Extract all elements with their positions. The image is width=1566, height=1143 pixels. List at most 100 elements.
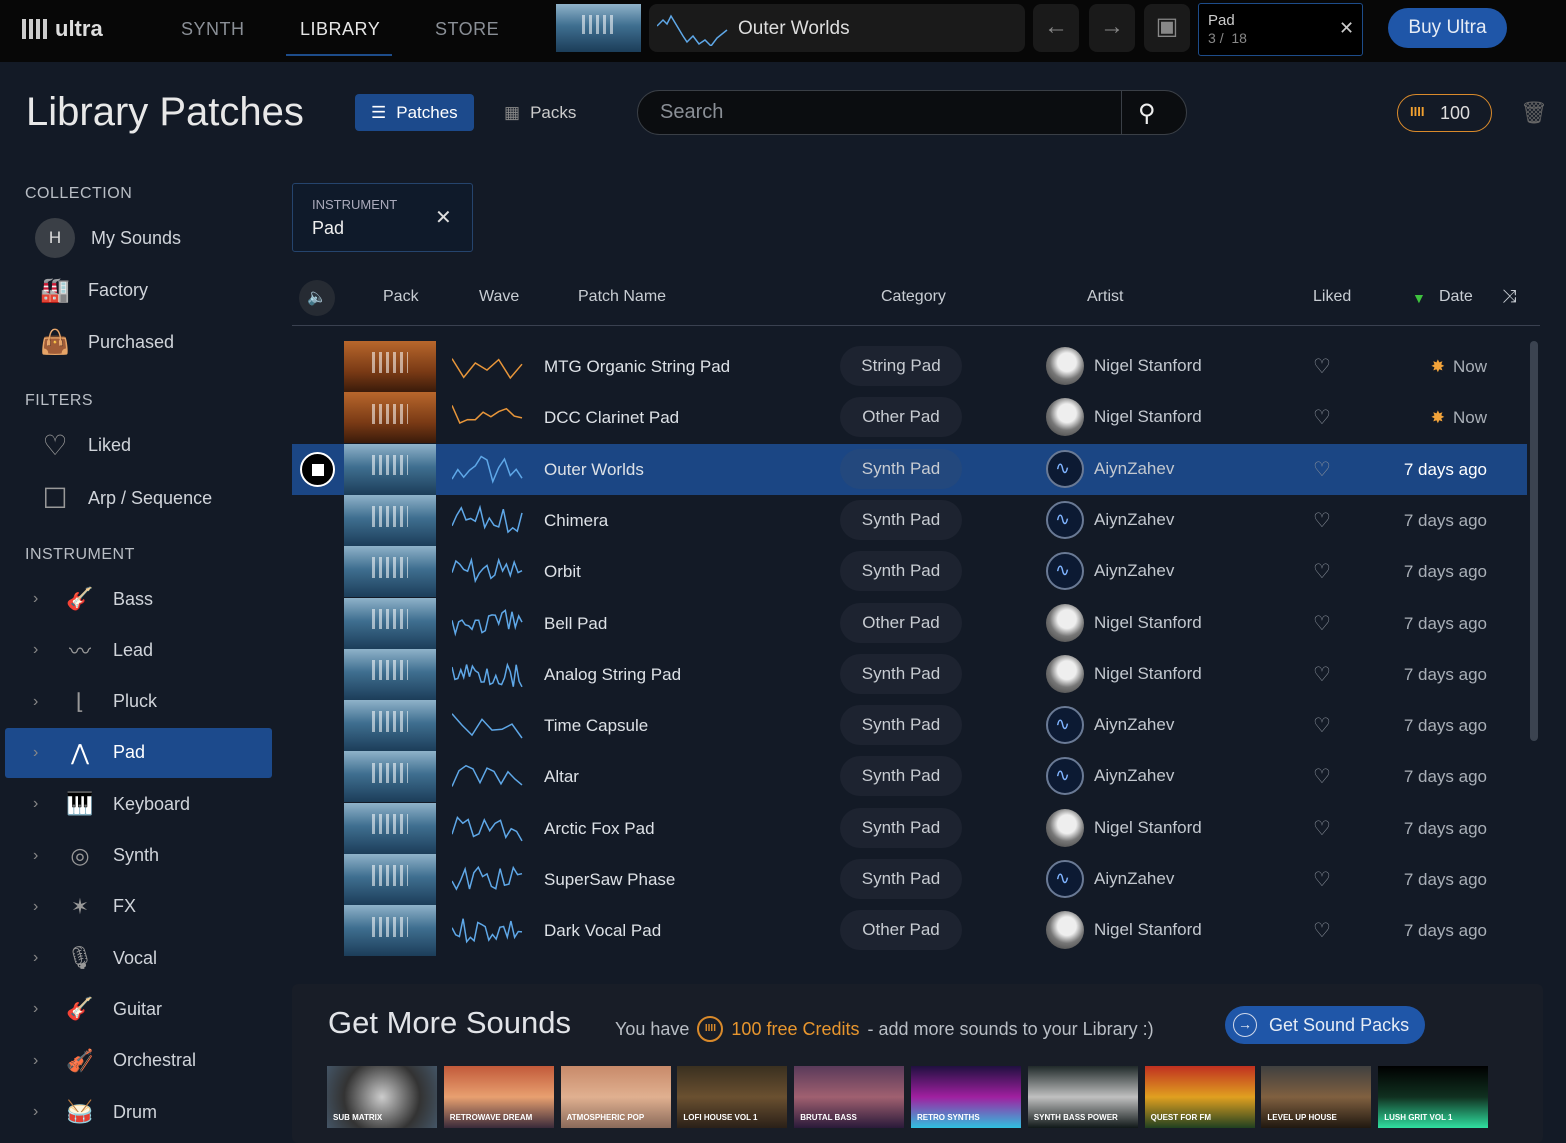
- instrument-item[interactable]: › ◎ Synth: [5, 831, 272, 881]
- save-icon[interactable]: ▣: [1144, 4, 1190, 52]
- instrument-item[interactable]: › 🥁 Drum: [5, 1087, 272, 1137]
- like-heart-icon[interactable]: ♡: [1313, 508, 1331, 533]
- table-row[interactable]: Orbit Synth Pad ∿ AiynZahev ♡ 7 days ago: [292, 546, 1527, 598]
- column-date[interactable]: Date: [1439, 288, 1473, 306]
- table-row[interactable]: Dark Vocal Pad Other Pad Nigel Stanford …: [292, 905, 1527, 957]
- category-pill[interactable]: Other Pad: [840, 910, 962, 951]
- table-row[interactable]: Chimera Synth Pad ∿ AiynZahev ♡ 7 days a…: [292, 494, 1527, 546]
- scrollbar[interactable]: [1530, 341, 1538, 741]
- chevron-right-icon[interactable]: ›: [33, 744, 55, 762]
- close-icon[interactable]: ✕: [1339, 18, 1354, 39]
- pack-thumbnail[interactable]: [344, 341, 436, 392]
- like-heart-icon[interactable]: ♡: [1313, 713, 1331, 738]
- artist-avatar[interactable]: ∿: [1046, 757, 1084, 796]
- category-pill[interactable]: Synth Pad: [840, 705, 962, 746]
- chevron-right-icon[interactable]: ›: [33, 795, 55, 813]
- like-heart-icon[interactable]: ♡: [1313, 611, 1331, 636]
- category-pill[interactable]: Synth Pad: [840, 653, 962, 694]
- category-pill[interactable]: Synth Pad: [840, 551, 962, 592]
- table-row[interactable]: Bell Pad Other Pad Nigel Stanford ♡ 7 da…: [292, 597, 1527, 649]
- buy-ultra-button[interactable]: Buy Ultra: [1388, 8, 1507, 48]
- nav-library[interactable]: LIBRARY: [300, 19, 380, 40]
- pack-thumbnail[interactable]: [344, 905, 436, 957]
- category-pill[interactable]: Synth Pad: [840, 499, 962, 540]
- artist-avatar[interactable]: ∿: [1046, 500, 1084, 539]
- search-icon[interactable]: ⚲: [1138, 99, 1156, 128]
- sound-pack-card[interactable]: Level Up House: [1261, 1066, 1372, 1128]
- shuffle-icon[interactable]: ⤨: [1502, 286, 1516, 307]
- like-heart-icon[interactable]: ♡: [1313, 662, 1331, 687]
- column-patch-name[interactable]: Patch Name: [578, 288, 666, 306]
- pack-thumbnail[interactable]: [344, 648, 436, 700]
- nav-store[interactable]: STORE: [435, 19, 499, 40]
- column-artist[interactable]: Artist: [1087, 288, 1123, 306]
- current-patch-display[interactable]: Outer Worlds: [649, 4, 1025, 52]
- chevron-right-icon[interactable]: ›: [33, 1103, 55, 1121]
- artist-avatar[interactable]: ∿: [1046, 706, 1084, 745]
- column-wave[interactable]: Wave: [479, 288, 519, 306]
- collection-item[interactable]: H My Sounds: [5, 213, 272, 263]
- pack-thumbnail[interactable]: [344, 802, 436, 854]
- collection-item[interactable]: 👜 Purchased: [5, 317, 272, 367]
- sound-pack-card[interactable]: Brutal Bass: [794, 1066, 905, 1128]
- volume-icon[interactable]: 🔈: [299, 280, 335, 316]
- pack-thumbnail[interactable]: [344, 597, 436, 649]
- artist-avatar[interactable]: [1046, 808, 1084, 847]
- pack-thumbnail[interactable]: [344, 700, 436, 752]
- table-row[interactable]: Analog String Pad Synth Pad Nigel Stanfo…: [292, 648, 1527, 700]
- credits-badge[interactable]: IIII 100: [1397, 94, 1492, 132]
- category-pill[interactable]: Synth Pad: [840, 807, 962, 848]
- pack-thumbnail[interactable]: [344, 854, 436, 905]
- chevron-right-icon[interactable]: ›: [33, 1000, 55, 1018]
- next-patch-button[interactable]: →: [1089, 4, 1135, 52]
- get-sound-packs-button[interactable]: → Get Sound Packs: [1225, 1006, 1425, 1044]
- like-heart-icon[interactable]: ♡: [1313, 405, 1331, 430]
- sound-pack-card[interactable]: Atmospheric Pop: [560, 1066, 671, 1128]
- artist-avatar[interactable]: ∿: [1046, 552, 1084, 591]
- instrument-item[interactable]: › 🎻 Orchestral: [5, 1036, 272, 1086]
- sound-pack-card[interactable]: Retro Synths: [911, 1066, 1021, 1128]
- chevron-right-icon[interactable]: ›: [33, 590, 55, 608]
- chevron-right-icon[interactable]: ›: [33, 641, 55, 659]
- category-pill[interactable]: Synth Pad: [840, 859, 962, 899]
- nav-synth[interactable]: SYNTH: [181, 19, 245, 40]
- collection-item[interactable]: 🏭 Factory: [5, 265, 272, 315]
- sound-pack-card[interactable]: Retrowave Dream: [443, 1066, 554, 1128]
- previous-patch-button[interactable]: ←: [1033, 4, 1079, 52]
- table-row[interactable]: MTG Organic String Pad String Pad Nigel …: [292, 341, 1527, 392]
- artist-avatar[interactable]: ∿: [1046, 449, 1084, 488]
- remove-filter-close-icon[interactable]: ✕: [435, 205, 452, 230]
- sound-pack-card[interactable]: Lofi House Vol 1: [677, 1066, 788, 1128]
- search-input[interactable]: [638, 91, 1122, 134]
- pack-thumbnail[interactable]: [344, 751, 436, 803]
- sound-pack-card[interactable]: Sub Matrix: [327, 1066, 437, 1128]
- category-pill[interactable]: String Pad: [840, 346, 962, 386]
- pack-thumbnail[interactable]: [344, 494, 436, 546]
- table-row[interactable]: Arctic Fox Pad Synth Pad Nigel Stanford …: [292, 802, 1527, 854]
- column-liked[interactable]: Liked: [1313, 288, 1351, 306]
- artist-avatar[interactable]: [1046, 603, 1084, 642]
- sound-pack-card[interactable]: Quest for FM: [1144, 1066, 1255, 1128]
- filter-item[interactable]: ♡ Liked: [5, 420, 272, 470]
- trash-icon[interactable]: 🗑: [1520, 100, 1548, 126]
- category-pill[interactable]: Other Pad: [840, 397, 962, 438]
- chevron-right-icon[interactable]: ›: [33, 898, 55, 916]
- artist-avatar[interactable]: [1046, 654, 1084, 693]
- table-row[interactable]: Time Capsule Synth Pad ∿ AiynZahev ♡ 7 d…: [292, 700, 1527, 752]
- pack-thumbnail[interactable]: [344, 546, 436, 598]
- chevron-right-icon[interactable]: ›: [33, 847, 55, 865]
- table-row[interactable]: Outer Worlds Synth Pad ∿ AiynZahev ♡ 7 d…: [292, 443, 1527, 495]
- like-heart-icon[interactable]: ♡: [1313, 559, 1331, 584]
- tab-patches[interactable]: ☰ Patches: [355, 94, 474, 131]
- sound-pack-card[interactable]: Synth Bass Power: [1027, 1066, 1138, 1128]
- like-heart-icon[interactable]: ♡: [1313, 867, 1331, 892]
- instrument-item[interactable]: › ⌊ Pluck: [5, 677, 272, 727]
- category-pill[interactable]: Other Pad: [840, 602, 962, 643]
- table-row[interactable]: DCC Clarinet Pad Other Pad Nigel Stanfor…: [292, 392, 1527, 444]
- ultra-logo[interactable]: ultra: [22, 16, 103, 42]
- filter-item[interactable]: ☐ Arp / Sequence: [5, 473, 272, 523]
- column-pack[interactable]: Pack: [383, 288, 419, 306]
- instrument-item[interactable]: › 〰 Lead: [5, 625, 272, 675]
- like-heart-icon[interactable]: ♡: [1313, 918, 1331, 943]
- instrument-item[interactable]: › 🎹 Keyboard: [5, 779, 272, 829]
